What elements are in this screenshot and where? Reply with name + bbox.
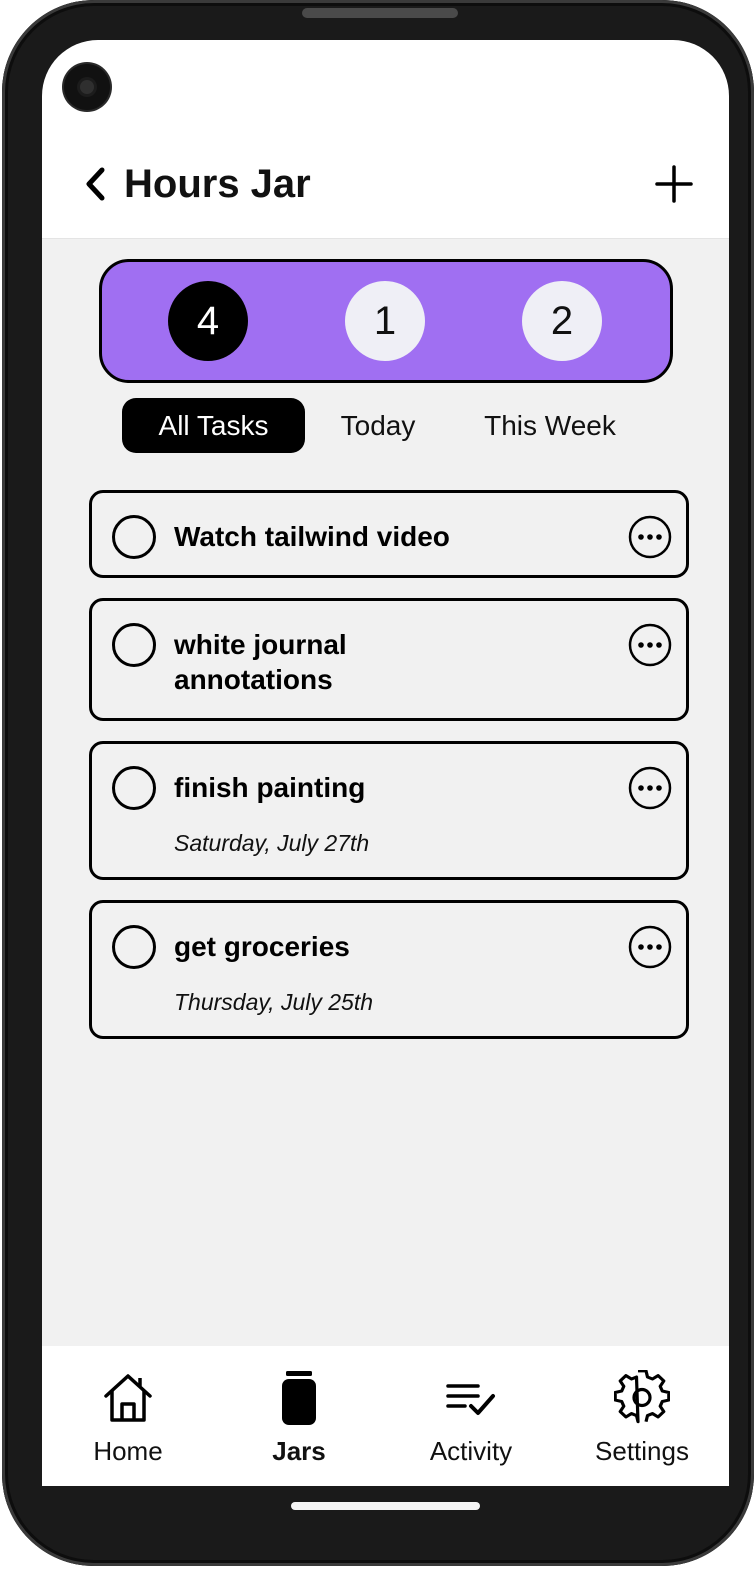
task-card[interactable]: get groceries Thursday, July 25th — [89, 900, 689, 1039]
content-area: 4 1 2 All Tasks Today This Week Watch ta… — [42, 239, 729, 1346]
more-options-icon[interactable] — [628, 925, 672, 969]
speaker-grille — [302, 8, 458, 18]
task-checkbox[interactable] — [112, 515, 156, 559]
tab-today[interactable]: Today — [322, 398, 434, 453]
back-button[interactable] — [80, 164, 112, 204]
nav-home-label: Home — [93, 1436, 163, 1466]
phone-frame: Hours Jar 4 1 2 All Tasks Today This Wee… — [2, 0, 754, 1566]
more-options-icon[interactable] — [628, 515, 672, 559]
nav-jars-label: Jars — [272, 1436, 326, 1466]
nav-settings-label: Settings — [595, 1436, 689, 1466]
checklist-icon — [446, 1384, 495, 1415]
home-icon — [104, 1374, 152, 1422]
front-camera — [64, 64, 110, 110]
more-options-icon[interactable] — [628, 623, 672, 667]
nav-home[interactable]: Home — [53, 1366, 203, 1476]
jar-icon — [282, 1371, 316, 1425]
more-options-icon[interactable] — [628, 766, 672, 810]
nav-jars[interactable]: Jars — [224, 1366, 374, 1476]
task-due-date: Thursday, July 25th — [174, 989, 374, 1015]
plus-icon — [655, 165, 693, 203]
counter-this-week[interactable]: 2 — [522, 281, 602, 361]
tab-all-tasks[interactable]: All Tasks — [122, 398, 305, 453]
task-counter-bar: 4 1 2 — [99, 259, 673, 383]
counter-today[interactable]: 1 — [345, 281, 425, 361]
tab-this-week[interactable]: This Week — [470, 398, 630, 453]
task-card[interactable]: finish painting Saturday, July 27th — [89, 741, 689, 880]
task-due-date: Saturday, July 27th — [174, 830, 370, 856]
counter-all-tasks[interactable]: 4 — [168, 281, 248, 361]
nav-settings[interactable]: Settings — [567, 1366, 717, 1476]
filter-tabs: All Tasks Today This Week — [122, 398, 662, 454]
task-card[interactable]: Watch tailwind video — [89, 490, 689, 578]
task-title: Watch tailwind video — [174, 521, 450, 552]
task-card[interactable]: white journal annotations — [89, 598, 689, 721]
bottom-navigation: Home Jars Activity Settings — [42, 1346, 729, 1486]
add-task-button[interactable] — [654, 164, 694, 204]
task-title: get groceries — [174, 931, 350, 962]
gear-icon — [614, 1370, 670, 1424]
chevron-left-icon — [86, 167, 105, 201]
task-checkbox[interactable] — [112, 766, 156, 810]
page-title: Hours Jar — [124, 162, 311, 206]
task-checkbox[interactable] — [112, 925, 156, 969]
task-title: finish painting — [174, 772, 366, 803]
task-checkbox[interactable] — [112, 623, 156, 667]
app-screen: Hours Jar 4 1 2 All Tasks Today This Wee… — [42, 40, 729, 1486]
task-title: white journal annotations — [174, 629, 347, 695]
app-header: Hours Jar — [42, 140, 729, 239]
nav-activity-label: Activity — [429, 1436, 513, 1466]
home-indicator[interactable] — [291, 1502, 480, 1510]
nav-activity[interactable]: Activity — [396, 1366, 546, 1476]
